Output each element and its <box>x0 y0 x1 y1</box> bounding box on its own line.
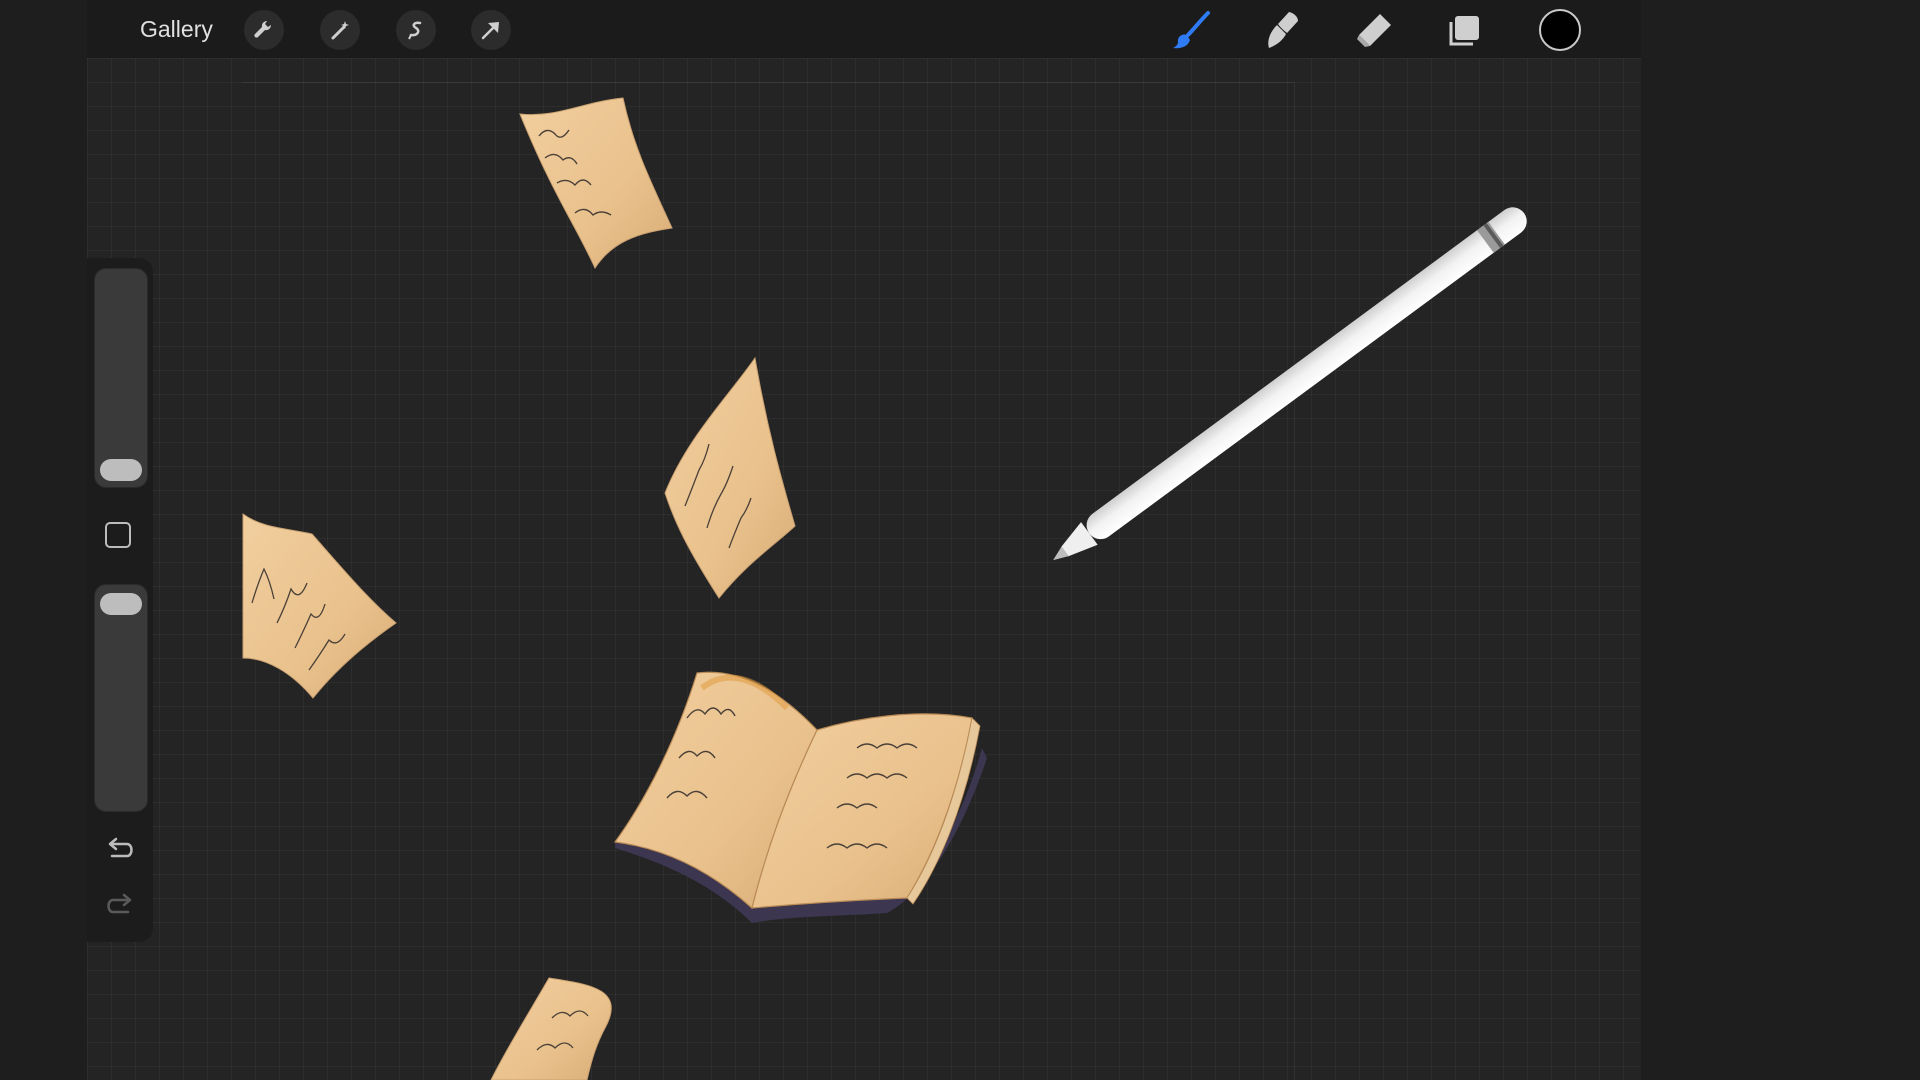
eraser-icon <box>1353 9 1395 51</box>
top-toolbar: Gallery <box>87 0 1641 58</box>
undo-icon <box>103 836 137 866</box>
paper-note-4 <box>490 977 612 1080</box>
paper-note-3 <box>242 513 397 699</box>
redo-icon <box>103 892 137 922</box>
apple-pencil <box>1053 207 1527 561</box>
wrench-icon <box>253 19 275 41</box>
color-picker-button[interactable] <box>1539 9 1581 51</box>
paint-tool[interactable] <box>1169 8 1213 52</box>
undo-button[interactable] <box>103 836 137 866</box>
layers-tool[interactable] <box>1443 8 1487 52</box>
paper-note-2 <box>664 356 796 599</box>
opacity-thumb[interactable] <box>100 593 142 615</box>
gallery-button[interactable]: Gallery <box>140 16 213 43</box>
selection-button[interactable] <box>396 10 436 50</box>
procreate-app: Gallery <box>87 0 1641 1080</box>
layers-icon <box>1444 9 1486 51</box>
modify-button[interactable] <box>105 522 131 548</box>
selection-icon <box>405 19 427 41</box>
eraser-tool[interactable] <box>1352 8 1396 52</box>
artwork <box>242 97 1527 1080</box>
arrow-icon <box>480 19 502 41</box>
adjustments-button[interactable] <box>320 10 360 50</box>
drawing-canvas[interactable] <box>87 58 1641 1080</box>
magic-wand-icon <box>329 19 351 41</box>
actions-button[interactable] <box>244 10 284 50</box>
open-book <box>613 671 987 923</box>
redo-button[interactable] <box>103 892 137 922</box>
smudge-tool[interactable] <box>1260 8 1304 52</box>
brush-size-thumb[interactable] <box>100 459 142 481</box>
smudge-icon <box>1261 9 1303 51</box>
left-sidebar <box>87 258 153 942</box>
brush-icon <box>1170 9 1212 51</box>
paper-note-1 <box>519 97 673 270</box>
opacity-slider[interactable] <box>94 584 148 812</box>
transform-button[interactable] <box>471 10 511 50</box>
brush-size-slider[interactable] <box>94 268 148 488</box>
